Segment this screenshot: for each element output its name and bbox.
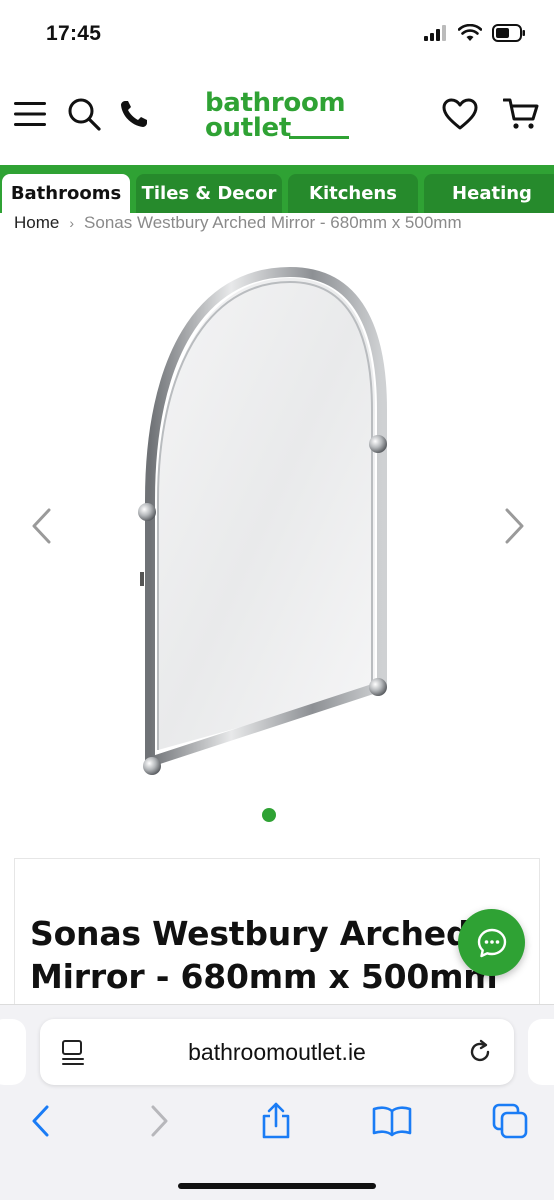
search-icon xyxy=(68,98,101,131)
reload-icon[interactable] xyxy=(466,1038,494,1066)
cart-icon xyxy=(503,98,539,129)
logo-underline xyxy=(289,136,349,139)
breadcrumb: Home › Sonas Westbury Arched Mirror - 68… xyxy=(14,210,462,236)
status-icons xyxy=(424,24,526,42)
wishlist-button[interactable] xyxy=(440,94,480,134)
tabs-button[interactable] xyxy=(490,1101,530,1141)
tab-bathrooms[interactable]: Bathrooms xyxy=(2,174,130,213)
prev-tab-peek[interactable] xyxy=(0,1019,26,1085)
bookmarks-icon xyxy=(372,1106,412,1137)
address-bar[interactable]: bathroomoutlet.ie xyxy=(40,1019,514,1085)
back-button[interactable] xyxy=(20,1101,60,1141)
category-tabs: Bathrooms Tiles & Decor Kitchens Heating xyxy=(0,165,554,213)
product-image xyxy=(138,266,387,775)
brand-logo[interactable]: bathroom outlet xyxy=(205,90,355,146)
home-indicator[interactable] xyxy=(178,1183,376,1189)
share-button[interactable] xyxy=(256,1101,296,1141)
back-icon xyxy=(32,1105,49,1137)
breadcrumb-separator: › xyxy=(69,215,75,231)
signal-icon xyxy=(424,25,446,41)
menu-icon xyxy=(14,102,46,126)
battery-icon xyxy=(492,24,525,42)
chat-button[interactable] xyxy=(458,909,525,976)
product-title: Sonas Westbury Arched Mirror - 680mm x 5… xyxy=(30,914,498,996)
chevron-right-icon xyxy=(505,508,524,544)
forward-icon xyxy=(151,1105,168,1137)
browser-bottom-bar: bathroomoutlet.ie xyxy=(0,1004,554,1200)
bookmarks-button[interactable] xyxy=(372,1101,412,1141)
share-icon xyxy=(262,1102,290,1139)
breadcrumb-current: Sonas Westbury Arched Mirror - 680mm x 5… xyxy=(84,213,462,232)
heart-icon xyxy=(442,98,478,130)
forward-button[interactable] xyxy=(140,1101,180,1141)
call-button[interactable] xyxy=(114,94,154,134)
tab-kitchens[interactable]: Kitchens xyxy=(288,174,418,213)
tabs-icon xyxy=(492,1103,528,1139)
breadcrumb-home[interactable]: Home xyxy=(14,213,59,233)
chevron-left-icon xyxy=(32,508,51,544)
wifi-icon xyxy=(458,24,482,41)
gallery-prev-button[interactable] xyxy=(26,506,56,546)
gallery-dot-active[interactable] xyxy=(262,808,276,822)
product-gallery[interactable] xyxy=(0,250,554,850)
cart-button[interactable] xyxy=(501,94,541,134)
address-text[interactable]: bathroomoutlet.ie xyxy=(40,1039,514,1066)
tab-tiles-decor[interactable]: Tiles & Decor xyxy=(136,174,282,213)
gallery-next-button[interactable] xyxy=(500,506,530,546)
tab-heating[interactable]: Heating xyxy=(424,174,554,213)
site-header: bathroom outlet xyxy=(0,70,554,165)
menu-button[interactable] xyxy=(10,94,50,134)
status-time: 17:45 xyxy=(46,22,102,45)
chat-bubble-icon xyxy=(477,928,506,957)
phone-icon xyxy=(121,101,147,127)
status-bar: 17:45 xyxy=(0,0,554,70)
logo-text-line2: outlet xyxy=(205,113,291,143)
search-button[interactable] xyxy=(64,94,104,134)
next-tab-peek[interactable] xyxy=(528,1019,554,1085)
